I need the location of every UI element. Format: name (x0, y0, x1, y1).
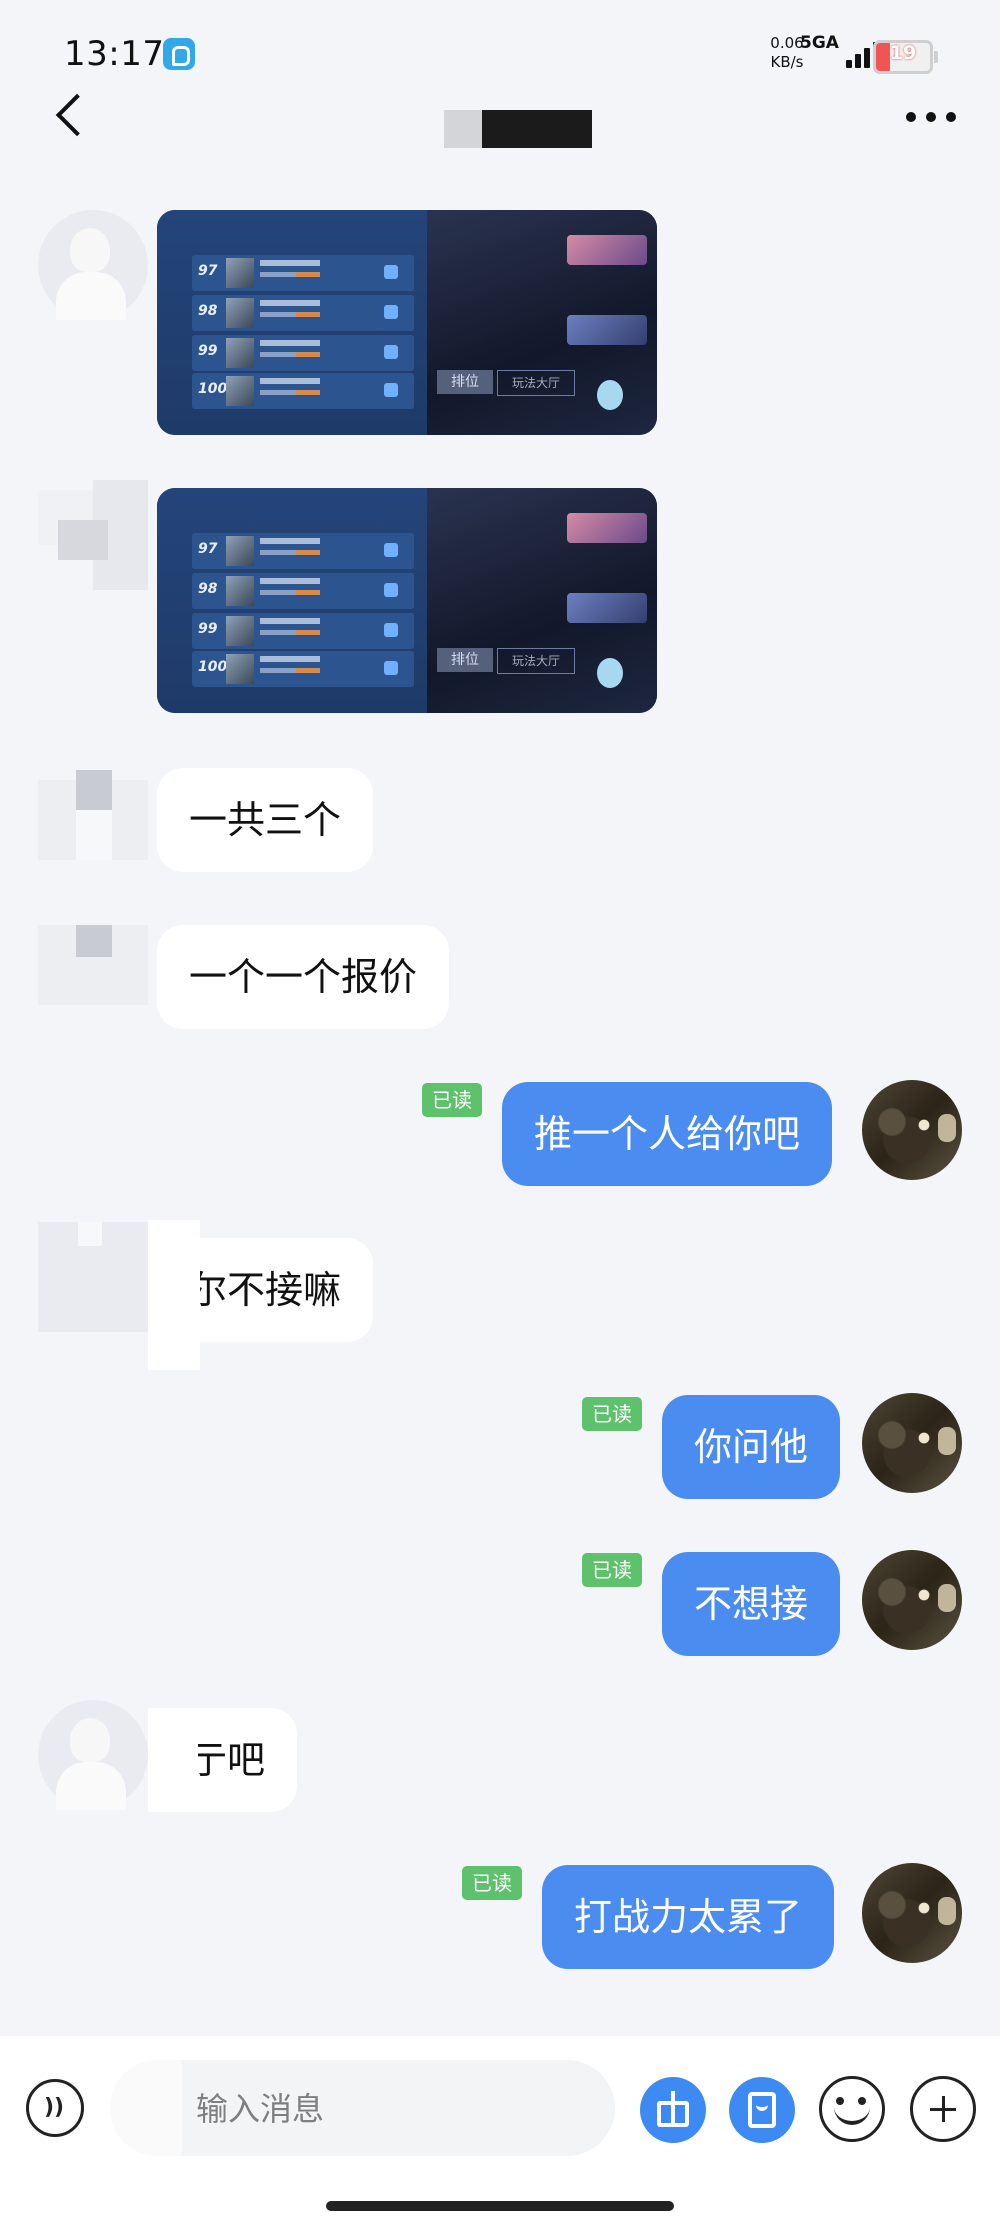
game-hall-label: 玩法大厅 (497, 648, 575, 674)
avatar[interactable] (38, 210, 148, 320)
leaderboard-row: 100 (192, 373, 414, 409)
message-input-placeholder: 输入消息 (196, 2090, 325, 2128)
message-bubble[interactable]: 打战力太累了 (542, 1865, 835, 1969)
title-redaction (444, 110, 482, 148)
avatar[interactable] (38, 1222, 148, 1332)
message-bubble[interactable]: 推一个人给你吧 (502, 1082, 833, 1186)
battery-icon: 19 (873, 40, 938, 74)
hero-card (567, 315, 647, 345)
avatar[interactable] (862, 1080, 962, 1180)
avatar[interactable] (38, 480, 148, 590)
leaderboard-row: 97 (192, 533, 414, 569)
avatar[interactable] (38, 925, 148, 1035)
rank-mode-label: 排位 (437, 648, 493, 672)
read-status-badge: 已读 (582, 1553, 642, 1587)
message-bubble[interactable]: 一个一个报价 (157, 925, 450, 1029)
redaction-mask (148, 1220, 200, 1370)
hero-card (567, 235, 647, 265)
voice-icon: )) (44, 2095, 65, 2120)
hero-card (567, 513, 647, 543)
avatar[interactable] (862, 1863, 962, 1963)
leaderboard-row: 99 (192, 335, 414, 371)
title-redaction-black (482, 110, 592, 148)
message-bubble[interactable]: 不想接 (662, 1552, 841, 1656)
rank-mode-label: 排位 (437, 370, 493, 394)
message-input[interactable] (110, 2060, 615, 2156)
emoji-icon[interactable] (819, 2076, 885, 2142)
plus-icon[interactable] (910, 2076, 976, 2142)
read-status-badge: 已读 (582, 1397, 642, 1431)
hero-card (567, 593, 647, 623)
mascot (597, 380, 623, 410)
leaderboard-row: 99 (192, 613, 414, 649)
network-speed-unit: KB/s (770, 53, 804, 71)
leaderboard-row: 100 (192, 651, 414, 687)
message-bubble[interactable]: 一共三个 (157, 768, 374, 872)
red-packet-icon[interactable] (729, 2077, 795, 2143)
leaderboard-row: 98 (192, 295, 414, 331)
read-status-badge: 已读 (462, 1866, 522, 1900)
battery-level: 19 (889, 42, 917, 64)
more-options-icon[interactable] (906, 106, 962, 126)
message-bubble[interactable]: 你问他 (662, 1395, 841, 1499)
notification-app-icon (163, 38, 195, 70)
read-status-badge: 已读 (422, 1083, 482, 1117)
leaderboard-row: 98 (192, 573, 414, 609)
leaderboard-row: 97 (192, 255, 414, 291)
image-message[interactable]: 97 98 99 100 排位 玩法大厅 (157, 210, 657, 435)
image-message[interactable]: 97 98 99 100 排位 玩法大厅 (157, 488, 657, 713)
avatar[interactable] (38, 1700, 148, 1810)
mascot (597, 658, 623, 688)
game-hall-label: 玩法大厅 (497, 370, 575, 396)
redaction-mask (148, 1708, 198, 1812)
status-time: 13:17 (64, 34, 165, 74)
avatar[interactable] (862, 1393, 962, 1493)
avatar[interactable] (38, 770, 148, 880)
avatar[interactable] (862, 1550, 962, 1650)
home-indicator[interactable] (326, 2201, 674, 2211)
gift-icon[interactable] (640, 2077, 706, 2143)
back-icon[interactable] (50, 90, 90, 140)
network-type: 5GA (800, 33, 839, 53)
